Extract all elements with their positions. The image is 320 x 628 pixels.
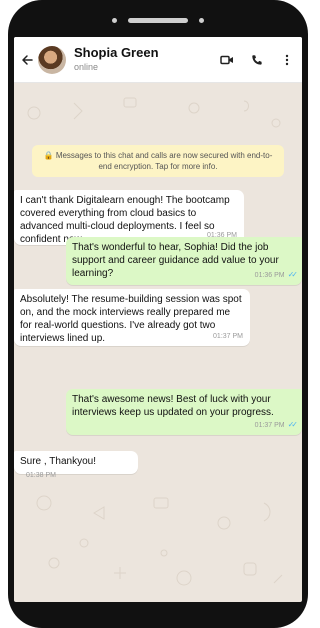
more-options-button[interactable] — [274, 47, 300, 73]
front-camera — [112, 17, 117, 23]
chat-header: Shopia Green online — [14, 37, 302, 83]
lock-icon: 🔒 — [43, 151, 54, 160]
contact-name: Shopia Green — [74, 45, 159, 61]
message-time: 01:37 PM — [254, 422, 285, 429]
message-meta: 01:36 PM ✓✓ — [254, 268, 299, 282]
more-vert-icon — [285, 54, 289, 65]
message-text: That's awesome news! Best of luck with y… — [72, 394, 274, 418]
chat-screen: Shopia Green online 🔒 Messages to this c… — [14, 37, 302, 602]
message-text: Absolutely! The resume-building session … — [20, 294, 242, 344]
video-call-icon — [220, 55, 233, 64]
message-bubble-outgoing[interactable]: That's awesome news! Best of luck with y… — [66, 389, 302, 435]
message-bubble-incoming[interactable]: Absolutely! The resume-building session … — [14, 289, 250, 346]
phone-call-button[interactable] — [244, 47, 270, 73]
video-call-button[interactable] — [214, 47, 240, 73]
contact-info[interactable]: Shopia Green online — [74, 46, 214, 72]
avatar[interactable] — [38, 45, 66, 74]
encryption-notice-text: Messages to this chat and calls are now … — [55, 151, 273, 171]
message-time: 01:36 PM — [254, 272, 285, 279]
message-meta: 01:37 PM ✓✓ — [254, 418, 299, 432]
encryption-notice[interactable]: 🔒 Messages to this chat and calls are no… — [32, 145, 284, 177]
back-button[interactable] — [18, 54, 36, 66]
phone-call-icon — [252, 54, 262, 65]
contact-status: online — [74, 61, 99, 72]
message-text: That's wonderful to hear, Sophia! Did th… — [72, 242, 279, 279]
phone-earpiece — [112, 16, 204, 24]
chat-area[interactable]: 🔒 Messages to this chat and calls are no… — [14, 83, 302, 602]
message-bubble-incoming[interactable]: Sure , Thankyou! 01:38 PM — [14, 451, 138, 479]
message-time: 01:38 PM — [26, 472, 56, 479]
message-time: 01:37 PM — [213, 333, 243, 340]
message-bubble-outgoing[interactable]: That's wonderful to hear, Sophia! Did th… — [66, 237, 302, 285]
proximity-sensor — [199, 17, 204, 23]
read-receipt-icon: ✓✓ — [287, 270, 299, 279]
speaker-grille — [128, 17, 188, 23]
read-receipt-icon: ✓✓ — [287, 420, 299, 429]
arrow-left-icon — [22, 54, 33, 65]
message-text: Sure , Thankyou! — [20, 456, 96, 467]
